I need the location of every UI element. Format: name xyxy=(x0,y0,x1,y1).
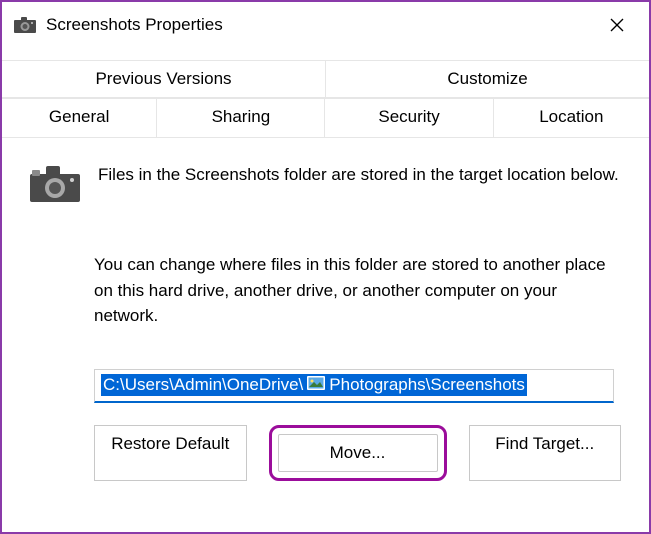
restore-default-button[interactable]: Restore Default xyxy=(94,425,247,481)
button-row: Restore Default Move... Find Target... xyxy=(94,425,621,481)
tab-row-2: General Sharing Security Location xyxy=(2,98,649,138)
move-button[interactable]: Move... xyxy=(278,434,438,472)
camera-icon xyxy=(14,16,36,34)
path-seg-2: Photographs\Screenshots xyxy=(329,375,525,395)
description-text: You can change where files in this folde… xyxy=(94,252,621,329)
window-title: Screenshots Properties xyxy=(46,15,597,35)
tab-location[interactable]: Location xyxy=(494,98,649,137)
intro-text: Files in the Screenshots folder are stor… xyxy=(98,162,619,188)
titlebar: Screenshots Properties xyxy=(2,2,649,48)
pictures-icon xyxy=(307,375,325,395)
tab-customize[interactable]: Customize xyxy=(326,61,649,97)
target-path-input[interactable]: C:\Users\Admin\OneDrive\ Photographs\Scr… xyxy=(94,369,614,403)
find-target-button[interactable]: Find Target... xyxy=(469,425,622,481)
tab-content: Files in the Screenshots folder are stor… xyxy=(2,138,649,481)
intro-row: Files in the Screenshots folder are stor… xyxy=(30,162,621,204)
tab-row-1: Previous Versions Customize xyxy=(2,60,649,98)
path-seg-1: C:\Users\Admin\OneDrive\ xyxy=(103,375,303,395)
tab-security[interactable]: Security xyxy=(325,98,493,137)
path-selection: C:\Users\Admin\OneDrive\ Photographs\Scr… xyxy=(101,374,527,396)
tab-previous-versions[interactable]: Previous Versions xyxy=(2,61,326,97)
tab-sharing[interactable]: Sharing xyxy=(157,98,325,137)
close-button[interactable] xyxy=(597,5,637,45)
tab-general[interactable]: General xyxy=(2,98,157,137)
move-highlight: Move... xyxy=(269,425,447,481)
camera-icon xyxy=(30,164,80,204)
close-icon xyxy=(610,18,624,32)
